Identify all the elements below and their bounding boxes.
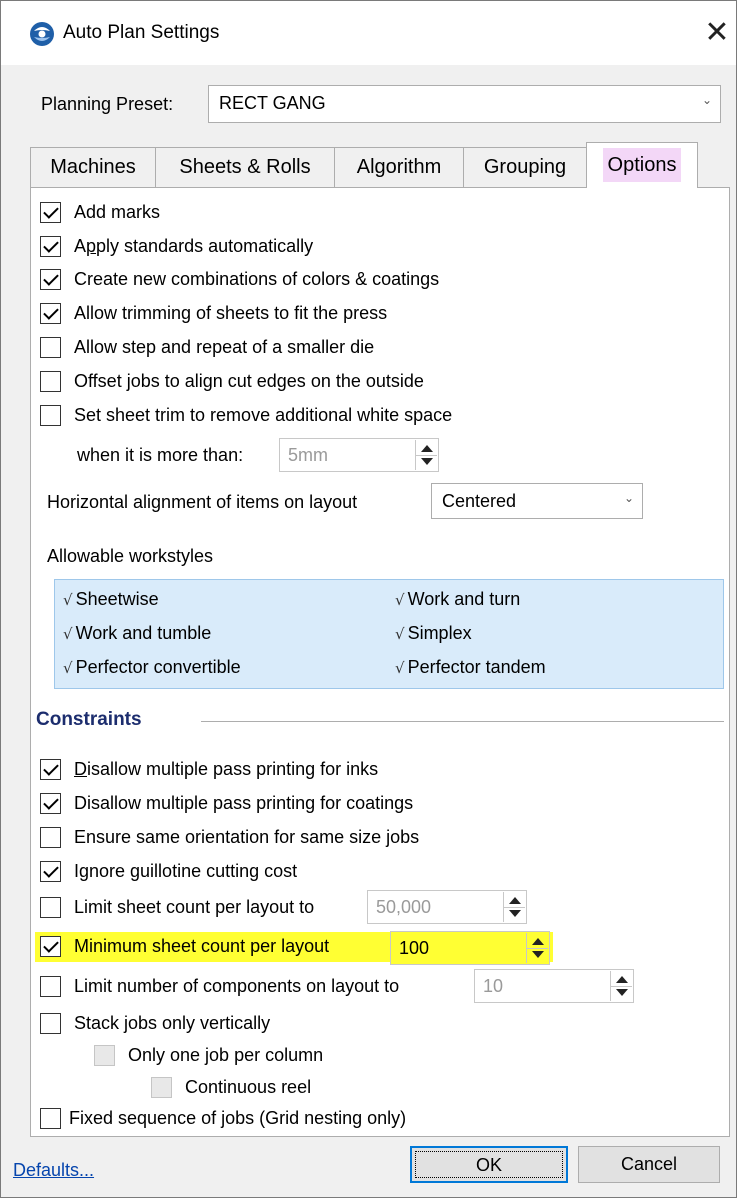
cancel-button[interactable]: Cancel	[578, 1146, 720, 1183]
trim-threshold-label: when it is more than:	[77, 445, 244, 465]
cancel-label: Cancel	[620, 1154, 678, 1174]
limit-components-value: 10	[483, 976, 504, 996]
apply-standards-checkbox[interactable]	[40, 236, 61, 257]
set-sheet-trim-label: Set sheet trim to remove additional whit…	[74, 405, 453, 425]
checkmark-icon: √	[63, 625, 73, 643]
apply-standards-label: Apply standards automatically	[74, 236, 314, 256]
defaults-link[interactable]: Defaults...	[13, 1160, 94, 1181]
create-combinations-checkbox[interactable]	[40, 269, 61, 290]
ensure-orientation-checkbox[interactable]	[40, 827, 61, 848]
tab-grouping[interactable]: Grouping	[463, 147, 587, 187]
allowable-workstyles-label: Allowable workstyles	[47, 546, 214, 566]
chevron-down-icon: ⌄	[701, 93, 712, 107]
tab-label: Options	[602, 148, 682, 182]
checkmark-icon: √	[395, 659, 405, 677]
one-job-per-column-checkbox[interactable]	[94, 1045, 115, 1066]
add-marks-label: Add marks	[74, 202, 161, 222]
allow-step-repeat-label: Allow step and repeat of a smaller die	[74, 337, 375, 357]
workstyle-perfector-tandem[interactable]: √ Perfector tandem	[395, 657, 546, 678]
limit-sheet-count-checkbox[interactable]	[40, 897, 61, 918]
limit-components-stepper[interactable]: 10	[474, 969, 634, 1003]
workstyles-list[interactable]: √ Sheetwise √ Work and turn √ Work and tumb…	[54, 579, 724, 689]
planning-preset-label: Planning Preset:	[41, 94, 174, 114]
title-bar: Auto Plan Settings ✕	[1, 1, 736, 65]
allow-trimming-label: Allow trimming of sheets to fit the pres…	[74, 303, 388, 323]
limit-sheet-count-label: Limit sheet count per layout to	[74, 897, 315, 917]
continuous-reel-checkbox[interactable]	[151, 1077, 172, 1098]
chevron-down-icon: ⌄	[623, 491, 634, 505]
disallow-inks-label: Disallow multiple pass printing for inks	[74, 759, 379, 779]
horizontal-alignment-label: Horizontal alignment of items on layout	[47, 492, 358, 512]
continuous-reel-label: Continuous reel	[185, 1077, 312, 1097]
minimum-sheet-count-checkbox[interactable]	[40, 936, 61, 957]
planning-preset-select[interactable]: RECT GANG ⌄	[208, 85, 721, 123]
limit-sheet-count-value: 50,000	[376, 897, 432, 917]
checkmark-icon: √	[63, 659, 73, 677]
auto-plan-settings-dialog: Auto Plan Settings ✕ Planning Preset: RE…	[0, 0, 737, 1198]
one-job-per-column-label: Only one job per column	[128, 1045, 324, 1065]
disallow-coatings-label: Disallow multiple pass printing for coat…	[74, 793, 414, 813]
planning-preset-value: RECT GANG	[219, 93, 326, 113]
limit-components-checkbox[interactable]	[40, 976, 61, 997]
workstyle-work-and-tumble[interactable]: √ Work and tumble	[63, 623, 211, 644]
workstyle-simplex[interactable]: √ Simplex	[395, 623, 472, 644]
allow-step-repeat-checkbox[interactable]	[40, 337, 61, 358]
checkmark-icon: √	[395, 625, 405, 643]
checkmark-icon: √	[395, 591, 405, 609]
horizontal-alignment-select[interactable]: Centered ⌄	[431, 483, 643, 519]
stack-vertically-label: Stack jobs only vertically	[74, 1013, 271, 1033]
tab-label: Grouping	[483, 156, 567, 178]
tab-machines[interactable]: Machines	[30, 147, 156, 187]
tab-options[interactable]: Options	[586, 142, 698, 188]
offset-jobs-checkbox[interactable]	[40, 371, 61, 392]
workstyle-sheetwise[interactable]: √ Sheetwise	[63, 589, 159, 610]
ignore-guillotine-label: Ignore guillotine cutting cost	[74, 861, 298, 881]
fixed-sequence-checkbox[interactable]	[40, 1108, 61, 1129]
spinner-arrows-icon[interactable]	[415, 440, 437, 470]
offset-jobs-label: Offset jobs to align cut edges on the ou…	[74, 371, 424, 391]
allow-trimming-checkbox[interactable]	[40, 303, 61, 324]
tab-algorithm[interactable]: Algorithm	[334, 147, 464, 187]
trim-threshold-value: 5mm	[288, 445, 328, 465]
ok-button[interactable]: OK	[410, 1146, 568, 1183]
checkmark-icon: √	[63, 591, 73, 609]
limit-sheet-count-stepper[interactable]: 50,000	[367, 890, 527, 924]
create-combinations-label: Create new combinations of colors & coat…	[74, 269, 440, 289]
tab-label: Algorithm	[356, 156, 442, 178]
spinner-arrows-icon[interactable]	[503, 892, 525, 922]
minimum-sheet-count-label: Minimum sheet count per layout	[74, 936, 330, 956]
stack-vertically-checkbox[interactable]	[40, 1013, 61, 1034]
trim-threshold-stepper[interactable]: 5mm	[279, 438, 439, 472]
focus-rect	[415, 1151, 563, 1178]
workstyle-work-and-turn[interactable]: √ Work and turn	[395, 589, 520, 610]
spinner-arrows-icon[interactable]	[526, 933, 548, 963]
window-title: Auto Plan Settings	[63, 22, 220, 43]
close-icon[interactable]: ✕	[697, 11, 737, 55]
fixed-sequence-label: Fixed sequence of jobs (Grid nesting onl…	[69, 1108, 407, 1128]
minimum-sheet-count-value: 100	[399, 938, 430, 958]
constraints-divider	[201, 721, 724, 722]
disallow-inks-checkbox[interactable]	[40, 759, 61, 780]
ensure-orientation-label: Ensure same orientation for same size jo…	[74, 827, 420, 847]
tab-label: Sheets & Rolls	[179, 156, 311, 178]
add-marks-checkbox[interactable]	[40, 202, 61, 223]
app-logo-icon	[30, 22, 54, 46]
tab-label: Machines	[50, 156, 136, 178]
limit-components-label: Limit number of components on layout to	[74, 976, 400, 996]
disallow-coatings-checkbox[interactable]	[40, 793, 61, 814]
workstyle-perfector-convertible[interactable]: √ Perfector convertible	[63, 657, 241, 678]
set-sheet-trim-checkbox[interactable]	[40, 405, 61, 426]
constraints-group-title: Constraints	[36, 709, 142, 730]
minimum-sheet-count-stepper[interactable]: 100	[390, 931, 550, 965]
horizontal-alignment-value: Centered	[442, 491, 517, 511]
spinner-arrows-icon[interactable]	[610, 971, 632, 1001]
ignore-guillotine-checkbox[interactable]	[40, 861, 61, 882]
tab-sheets-rolls[interactable]: Sheets & Rolls	[155, 147, 335, 187]
